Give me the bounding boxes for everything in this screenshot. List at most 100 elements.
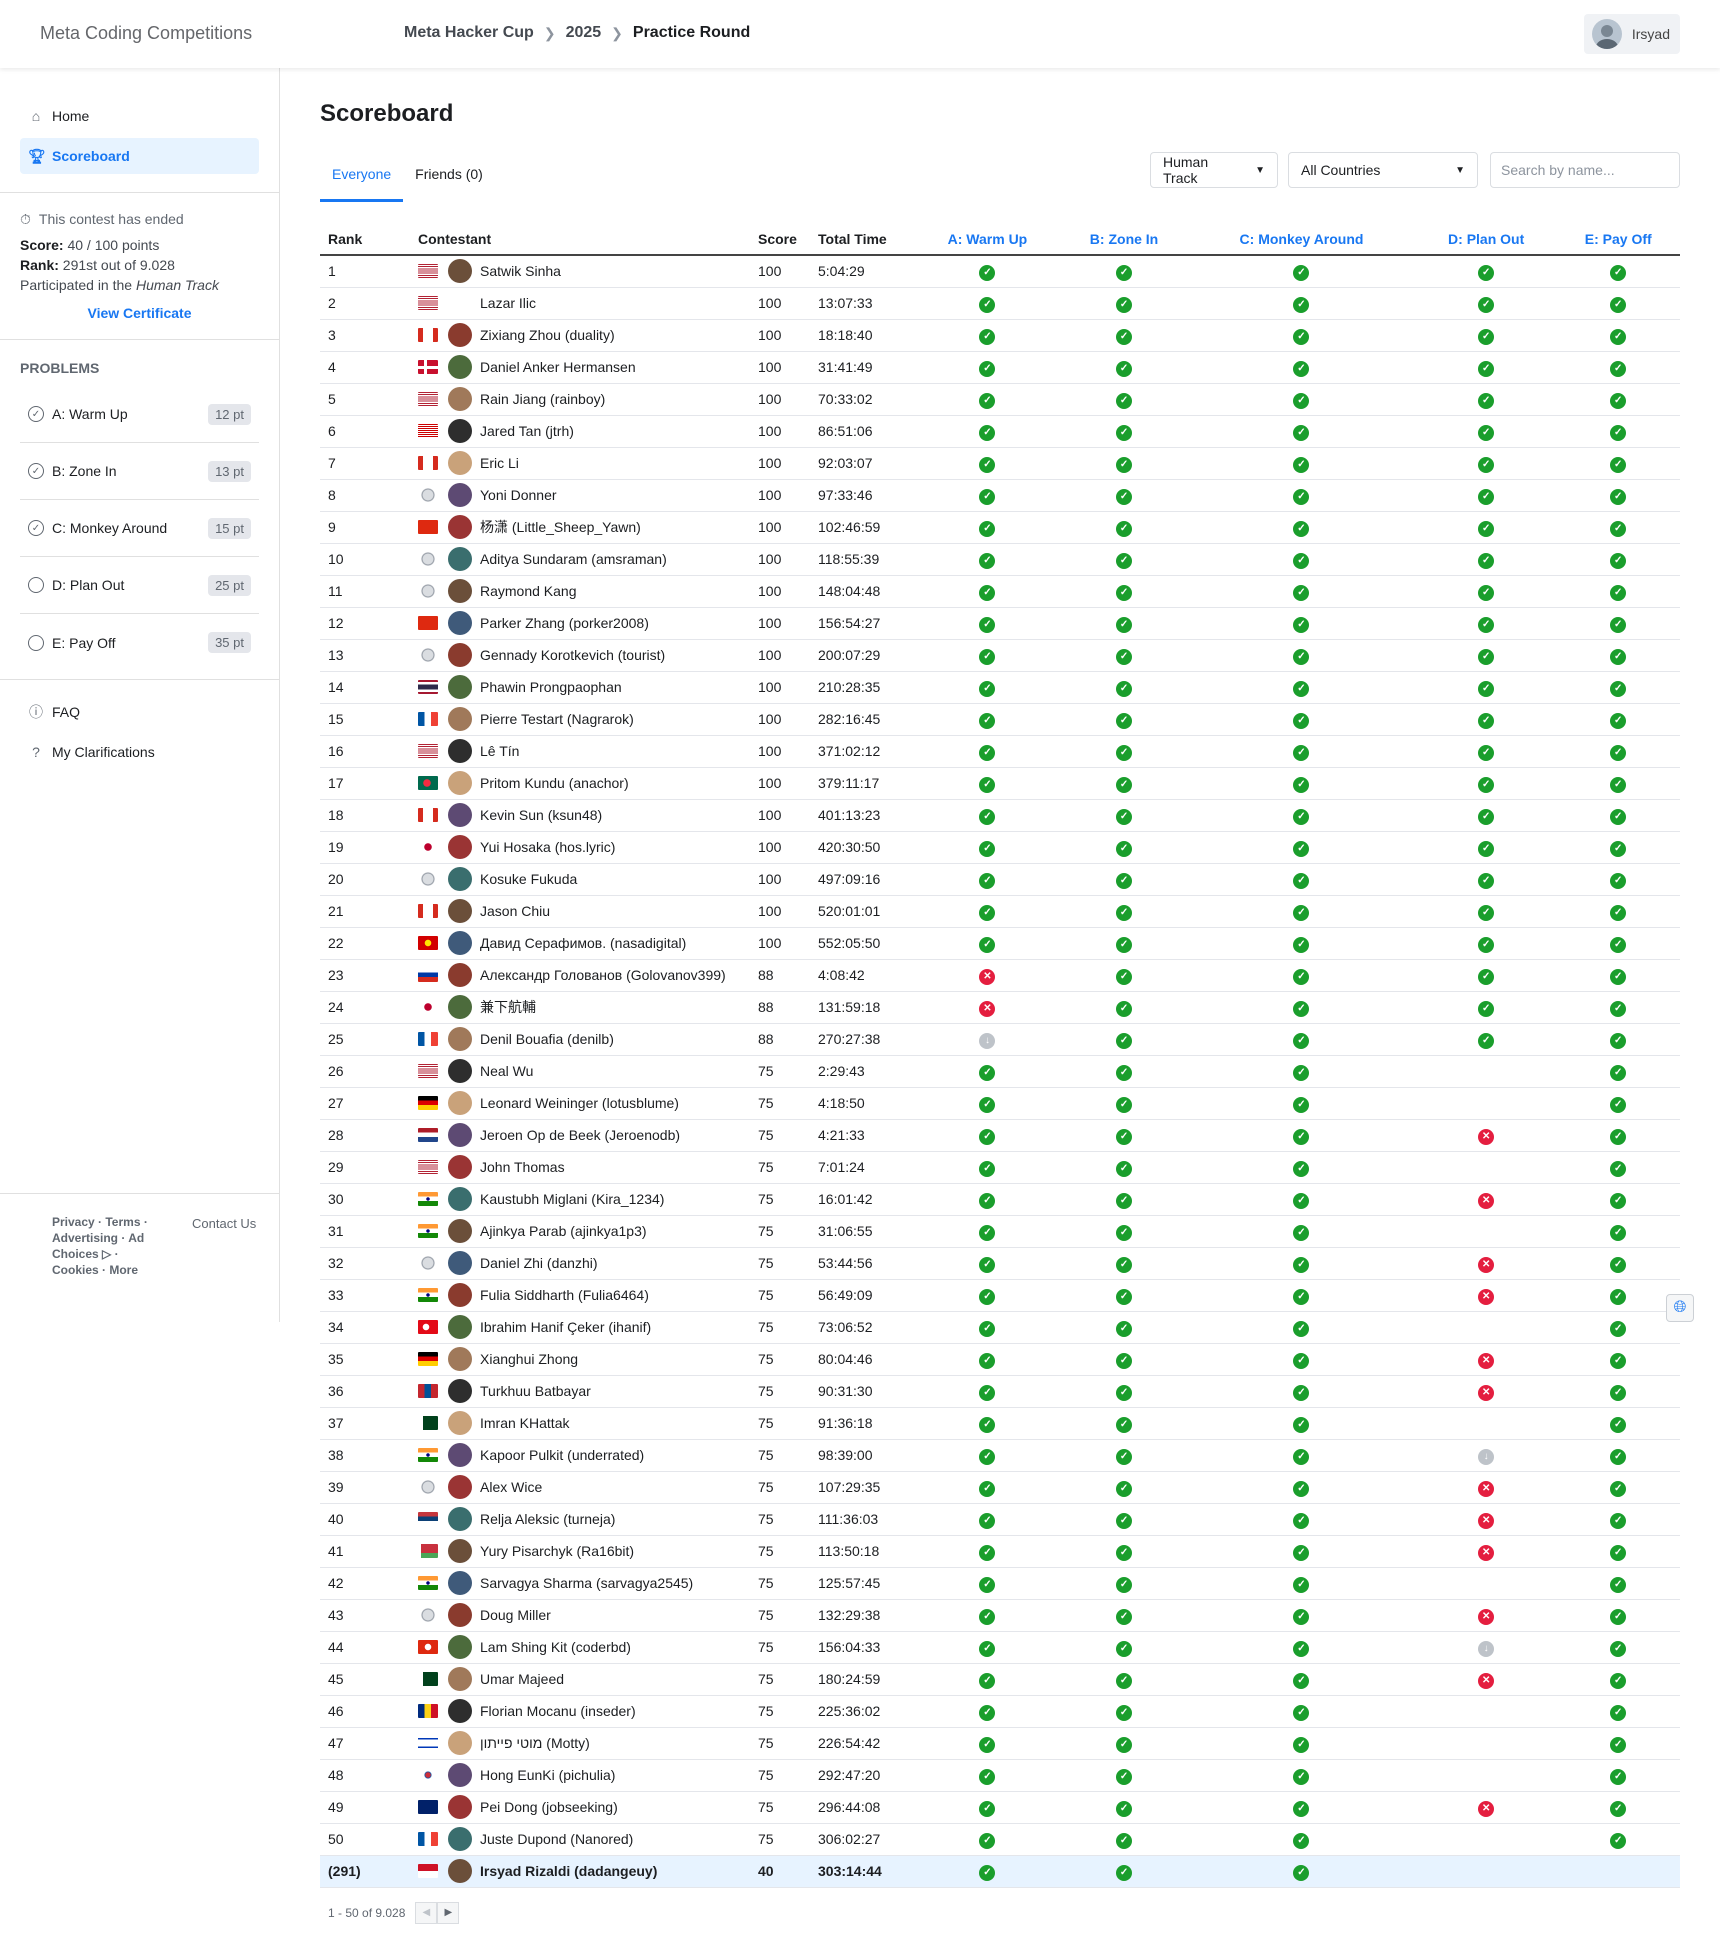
- check-circle-icon[interactable]: ✓: [979, 456, 996, 473]
- check-circle-icon[interactable]: ✓: [979, 264, 996, 281]
- contestant-name[interactable]: Yui Hosaka (hos.lyric): [480, 839, 615, 855]
- contestant-name[interactable]: Fulia Siddharth (Fulia6464): [480, 1287, 649, 1303]
- check-circle-icon[interactable]: ✓: [1116, 1384, 1133, 1401]
- table-row[interactable]: 37 Imran KHattak 75 91:36:18 ✓ ✓ ✓ ✓: [320, 1407, 1680, 1440]
- table-row[interactable]: 15 Pierre Testart (Nagrarok) 100 282:16:45 ✓…: [320, 703, 1680, 736]
- check-circle-icon[interactable]: ✓: [1293, 1192, 1310, 1209]
- contestant-name[interactable]: Yoni Donner: [480, 487, 557, 503]
- contact-us-link[interactable]: Contact Us: [192, 1214, 256, 1278]
- contestant-name[interactable]: Gennady Korotkevich (tourist): [480, 647, 665, 663]
- table-row[interactable]: 6 Jared Tan (jtrh) 100 86:51:06 ✓ ✓ ✓ ✓ ✓: [320, 415, 1680, 448]
- check-circle-icon[interactable]: ✓: [1610, 1448, 1627, 1465]
- table-row[interactable]: 8 Yoni Donner 100 97:33:46 ✓ ✓ ✓ ✓ ✓: [320, 479, 1680, 512]
- contestant-name[interactable]: Denil Bouafia (denilb): [480, 1031, 614, 1047]
- contestant-name[interactable]: Leonard Weininger (lotusblume): [480, 1095, 679, 1111]
- check-circle-icon[interactable]: ✓: [1478, 968, 1495, 985]
- check-circle-icon[interactable]: ✓: [1293, 264, 1310, 281]
- check-circle-icon[interactable]: ✓: [1293, 1032, 1310, 1049]
- check-circle-icon[interactable]: ✓: [979, 648, 996, 665]
- table-row[interactable]: 2 Lazar Ilic 100 13:07:33 ✓ ✓ ✓ ✓ ✓: [320, 287, 1680, 320]
- check-circle-icon[interactable]: ✓: [1116, 488, 1133, 505]
- check-circle-icon[interactable]: ✓: [1293, 392, 1310, 409]
- check-circle-icon[interactable]: ✓: [1478, 776, 1495, 793]
- check-circle-icon[interactable]: ✓: [1610, 1672, 1627, 1689]
- check-circle-icon[interactable]: ✓: [1293, 424, 1310, 441]
- check-circle-icon[interactable]: ✓: [1610, 424, 1627, 441]
- x-circle-icon[interactable]: ✕: [1478, 1288, 1495, 1305]
- table-row[interactable]: 32 Daniel Zhi (danzhi) 75 53:44:56 ✓ ✓ ✓ ✕ ✓: [320, 1247, 1680, 1280]
- x-circle-icon[interactable]: ✕: [1478, 1672, 1495, 1689]
- table-row[interactable]: 10 Aditya Sundaram (amsraman) 100 118:55:39…: [320, 543, 1680, 576]
- table-row[interactable]: 19 Yui Hosaka (hos.lyric) 100 420:30:50 ✓ ✓ ✓ ✓…: [320, 831, 1680, 864]
- check-circle-icon[interactable]: ✓: [979, 552, 996, 569]
- check-circle-icon[interactable]: ✓: [1293, 1576, 1310, 1593]
- check-circle-icon[interactable]: ✓: [1293, 328, 1310, 345]
- check-circle-icon[interactable]: ✓: [1116, 1512, 1133, 1529]
- x-circle-icon[interactable]: ✕: [1478, 1512, 1495, 1529]
- check-circle-icon[interactable]: ✓: [1478, 520, 1495, 537]
- check-circle-icon[interactable]: ✓: [1610, 360, 1627, 377]
- check-circle-icon[interactable]: ✓: [979, 1704, 996, 1721]
- check-circle-icon[interactable]: ✓: [1478, 840, 1495, 857]
- check-circle-icon[interactable]: ✓: [1610, 1832, 1627, 1849]
- check-circle-icon[interactable]: ✓: [1478, 680, 1495, 697]
- table-row[interactable]: 33 Fulia Siddharth (Fulia6464) 75 56:49:09 ✓…: [320, 1279, 1680, 1312]
- check-circle-icon[interactable]: ✓: [1116, 1000, 1133, 1017]
- table-row[interactable]: 35 Xianghui Zhong 75 80:04:46 ✓ ✓ ✓ ✕ ✓: [320, 1343, 1680, 1376]
- contestant-name[interactable]: Imran KHattak: [480, 1415, 569, 1431]
- check-circle-icon[interactable]: ✓: [1478, 872, 1495, 889]
- globe-icon[interactable]: 🌐︎: [1666, 1294, 1694, 1322]
- contestant-name[interactable]: Sarvagya Sharma (sarvagya2545): [480, 1575, 693, 1591]
- check-circle-icon[interactable]: ✓: [979, 1448, 996, 1465]
- check-circle-icon[interactable]: ✓: [1116, 680, 1133, 697]
- contestant-name[interactable]: Rain Jiang (rainboy): [480, 391, 605, 407]
- check-circle-icon[interactable]: ✓: [1116, 392, 1133, 409]
- check-circle-icon[interactable]: ✓: [1478, 744, 1495, 761]
- check-circle-icon[interactable]: ✓: [1610, 552, 1627, 569]
- problem-item[interactable]: ✓ C: Monkey Around 15 pt: [20, 500, 259, 557]
- check-circle-icon[interactable]: ✓: [1293, 1064, 1310, 1081]
- check-circle-icon[interactable]: ✓: [1116, 1352, 1133, 1369]
- check-circle-icon[interactable]: ✓: [979, 1256, 996, 1273]
- contestant-name[interactable]: Xianghui Zhong: [480, 1351, 578, 1367]
- contestant-name[interactable]: Kevin Sun (ksun48): [480, 807, 602, 823]
- contestant-name[interactable]: Ajinkya Parab (ajinkya1p3): [480, 1223, 647, 1239]
- check-circle-icon[interactable]: ✓: [1293, 1672, 1310, 1689]
- check-circle-icon[interactable]: ✓: [1610, 904, 1627, 921]
- check-circle-icon[interactable]: ✓: [1293, 456, 1310, 473]
- table-row[interactable]: 46 Florian Mocanu (inseder) 75 225:36:02 ✓ ✓ ✓…: [320, 1695, 1680, 1728]
- table-row[interactable]: 41 Yury Pisarchyk (Ra16bit) 75 113:50:18 ✓ ✓ ✓…: [320, 1535, 1680, 1568]
- check-circle-icon[interactable]: ✓: [979, 1128, 996, 1145]
- check-circle-icon[interactable]: ✓: [1116, 1608, 1133, 1625]
- x-circle-icon[interactable]: ✕: [1478, 1800, 1495, 1817]
- check-circle-icon[interactable]: ✓: [979, 840, 996, 857]
- problem-item[interactable]: E: Pay Off 35 pt: [20, 614, 259, 671]
- check-circle-icon[interactable]: ✓: [1478, 616, 1495, 633]
- check-circle-icon[interactable]: ✓: [1293, 1096, 1310, 1113]
- contestant-name[interactable]: Yury Pisarchyk (Ra16bit): [480, 1543, 634, 1559]
- col-problem-a[interactable]: A: Warm Up: [914, 224, 1061, 256]
- check-circle-icon[interactable]: ✓: [1116, 1864, 1133, 1881]
- table-row[interactable]: 21 Jason Chiu 100 520:01:01 ✓ ✓ ✓ ✓ ✓: [320, 895, 1680, 928]
- check-circle-icon[interactable]: ✓: [1610, 1096, 1627, 1113]
- search-input[interactable]: [1490, 152, 1680, 188]
- x-circle-icon[interactable]: ✕: [1478, 1384, 1495, 1401]
- check-circle-icon[interactable]: ✓: [1478, 296, 1495, 313]
- check-circle-icon[interactable]: ✓: [1116, 1032, 1133, 1049]
- check-circle-icon[interactable]: ✓: [979, 1672, 996, 1689]
- check-circle-icon[interactable]: ✓: [979, 1320, 996, 1337]
- table-row[interactable]: 18 Kevin Sun (ksun48) 100 401:13:23 ✓ ✓ ✓ ✓ ✓: [320, 799, 1680, 832]
- contestant-name[interactable]: Relja Aleksic (turneja): [480, 1511, 615, 1527]
- check-circle-icon[interactable]: ✓: [1116, 616, 1133, 633]
- check-circle-icon[interactable]: ✓: [1610, 1416, 1627, 1433]
- check-circle-icon[interactable]: ✓: [1293, 1352, 1310, 1369]
- table-row[interactable]: 22 Давид Серафимов. (nasadigital) 100 552:0…: [320, 927, 1680, 960]
- check-circle-icon[interactable]: ✓: [979, 1224, 996, 1241]
- contestant-name[interactable]: Jared Tan (jtrh): [480, 423, 574, 439]
- check-circle-icon[interactable]: ✓: [979, 488, 996, 505]
- table-row[interactable]: 49 Pei Dong (jobseeking) 75 296:44:08 ✓ ✓ ✓ ✕ ✓: [320, 1791, 1680, 1824]
- contestant-name[interactable]: Irsyad Rizaldi (dadangeuy): [480, 1863, 657, 1879]
- check-circle-icon[interactable]: ✓: [1610, 1352, 1627, 1369]
- check-circle-icon[interactable]: ✓: [1293, 584, 1310, 601]
- check-circle-icon[interactable]: ✓: [1293, 840, 1310, 857]
